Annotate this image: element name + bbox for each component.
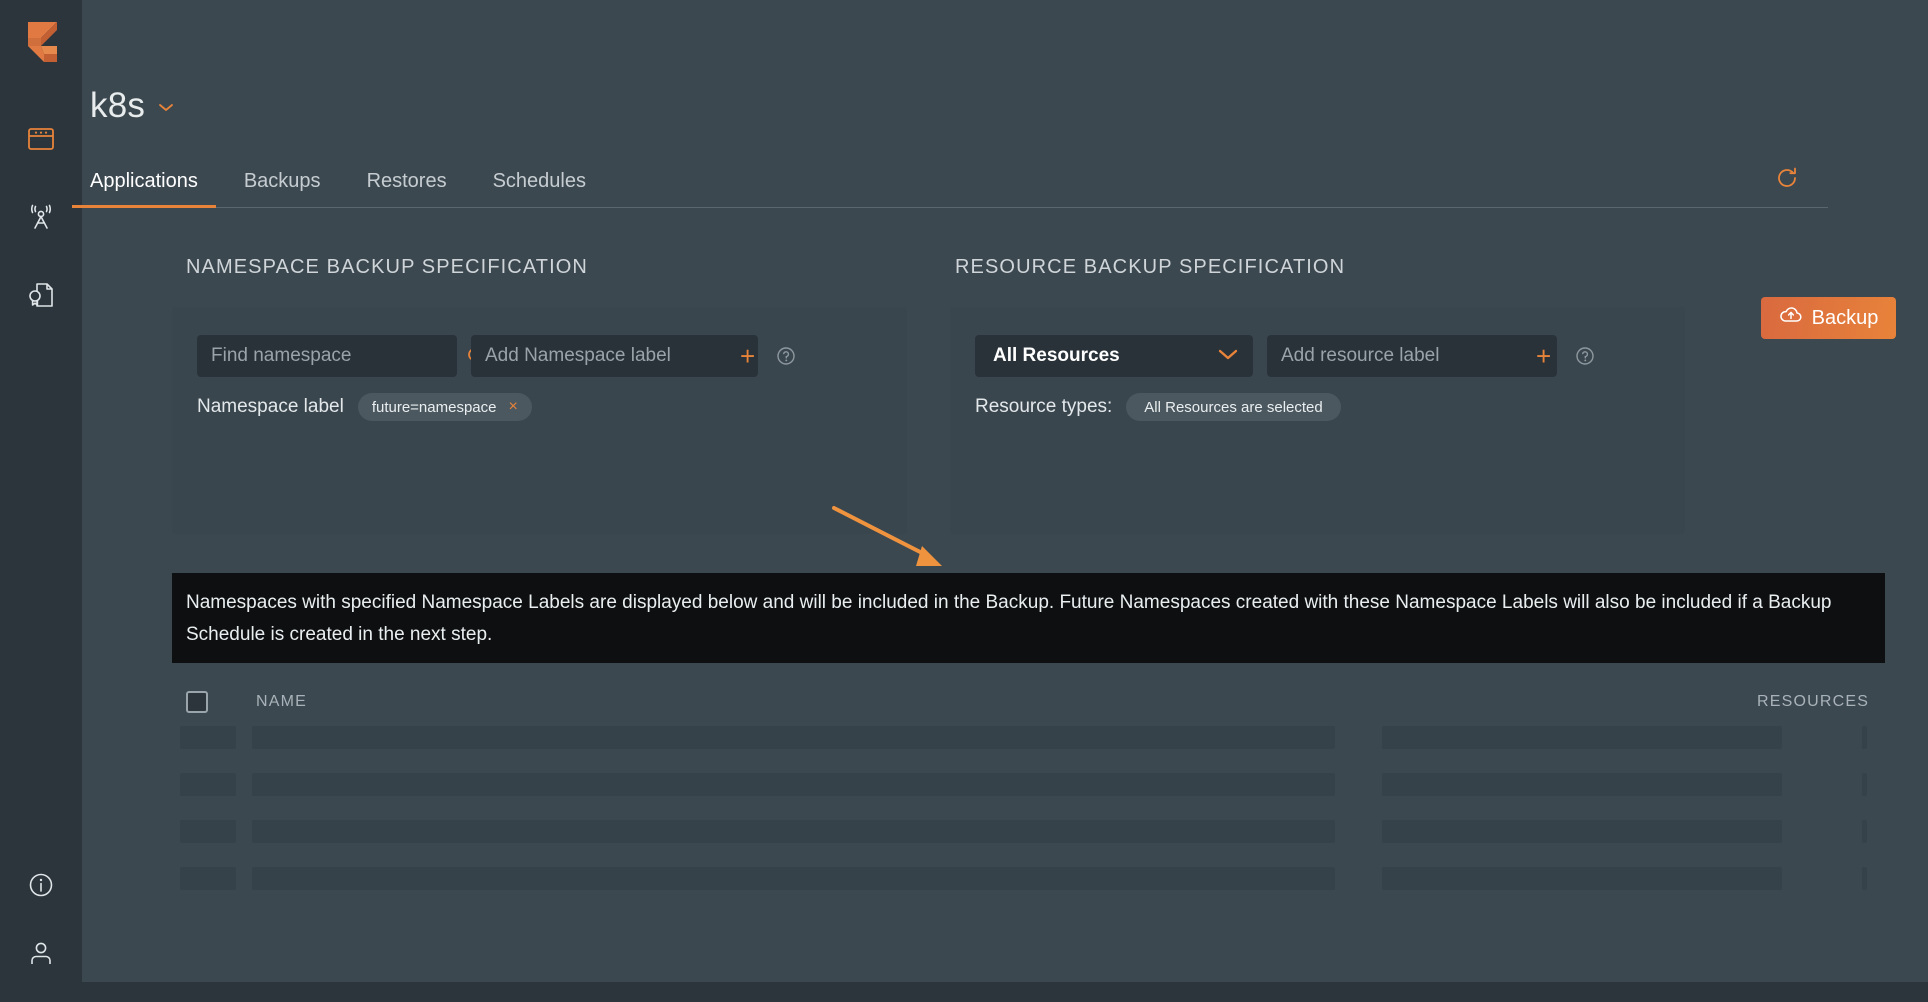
- table-row[interactable]: [172, 773, 1885, 820]
- resource-types-chip[interactable]: All Resources are selected: [1126, 393, 1340, 421]
- resource-spec-title: RESOURCE BACKUP SPECIFICATION: [955, 256, 1345, 279]
- row-actions-placeholder: [1862, 867, 1867, 890]
- namespace-spec-title: NAMESPACE BACKUP SPECIFICATION: [186, 256, 588, 279]
- row-name-placeholder: [252, 867, 1335, 890]
- app-root: k8s Applications Backups Restores Schedu…: [0, 0, 1928, 1002]
- row-checkbox-placeholder: [180, 867, 236, 890]
- sidebar-item-protection[interactable]: [26, 280, 56, 310]
- info-circle-icon: [27, 871, 55, 899]
- namespace-label-chip-row: Namespace label future=namespace ×: [197, 393, 532, 421]
- namespace-backup-specification-panel: + Namespace label future=namespace ×: [172, 307, 907, 534]
- page-title: k8s: [90, 86, 145, 126]
- tab-restores[interactable]: Restores: [349, 170, 465, 207]
- sidebar: [0, 0, 82, 1002]
- add-namespace-label-field[interactable]: +: [471, 335, 758, 377]
- row-checkbox-placeholder: [180, 726, 236, 749]
- namespace-label-caption: Namespace label: [197, 396, 344, 418]
- resource-backup-specification-panel: All Resources + Resource: [950, 307, 1685, 534]
- namespaces-table: NAME RESOURCES: [172, 678, 1885, 914]
- antenna-monitoring-icon: [26, 203, 56, 231]
- add-resource-label-field[interactable]: +: [1267, 335, 1557, 377]
- resource-type-select-value: All Resources: [993, 345, 1120, 367]
- zerto-logo[interactable]: [15, 16, 67, 68]
- user-icon: [27, 939, 55, 967]
- plus-icon[interactable]: +: [740, 343, 755, 369]
- add-namespace-label-input[interactable]: [485, 345, 730, 367]
- backup-button[interactable]: Backup: [1761, 297, 1896, 339]
- tab-bar: Applications Backups Restores Schedules: [72, 158, 1828, 208]
- table-header-row: NAME RESOURCES: [172, 678, 1885, 726]
- chevron-down-icon[interactable]: [157, 99, 175, 116]
- select-all-checkbox[interactable]: [186, 691, 208, 713]
- tab-applications[interactable]: Applications: [72, 170, 216, 207]
- column-header-name[interactable]: NAME: [256, 693, 307, 711]
- column-header-resources[interactable]: RESOURCES: [1757, 693, 1869, 711]
- sidebar-bottom-nav: [0, 870, 82, 968]
- row-actions-placeholder: [1862, 820, 1867, 843]
- table-row[interactable]: [172, 726, 1885, 773]
- cloud-upload-icon: [1779, 306, 1803, 330]
- browser-window-icon: [27, 126, 55, 152]
- row-resources-placeholder: [1382, 726, 1782, 749]
- row-actions-placeholder: [1862, 773, 1867, 796]
- namespace-label-chip[interactable]: future=namespace ×: [358, 393, 532, 421]
- plus-icon[interactable]: +: [1536, 343, 1551, 369]
- resource-types-caption: Resource types:: [975, 396, 1112, 418]
- sidebar-top-nav: [26, 124, 56, 310]
- backup-button-label: Backup: [1812, 307, 1879, 330]
- row-resources-placeholder: [1382, 773, 1782, 796]
- table-body-skeleton: [172, 726, 1885, 914]
- chip-remove-icon[interactable]: ×: [508, 399, 517, 415]
- row-name-placeholder: [252, 773, 1335, 796]
- resource-types-chip-row: Resource types: All Resources are select…: [975, 393, 1341, 421]
- tab-label: Backups: [244, 170, 321, 192]
- sidebar-item-info[interactable]: [26, 870, 56, 900]
- sidebar-item-account[interactable]: [26, 938, 56, 968]
- find-namespace-field[interactable]: [197, 335, 457, 377]
- page-header: k8s: [90, 86, 175, 126]
- row-resources-placeholder: [1382, 867, 1782, 890]
- chip-text: future=namespace: [372, 399, 497, 416]
- row-checkbox-placeholder: [180, 820, 236, 843]
- row-checkbox-placeholder: [180, 773, 236, 796]
- table-row[interactable]: [172, 820, 1885, 867]
- find-namespace-input[interactable]: [211, 345, 456, 367]
- row-resources-placeholder: [1382, 820, 1782, 843]
- resource-type-select[interactable]: All Resources: [975, 335, 1253, 377]
- add-resource-label-input[interactable]: [1281, 345, 1526, 367]
- sidebar-item-monitoring[interactable]: [26, 202, 56, 232]
- sidebar-item-dashboard[interactable]: [26, 124, 56, 154]
- row-actions-placeholder: [1862, 726, 1867, 749]
- chevron-down-icon[interactable]: [1217, 347, 1239, 366]
- page-bottom-strip: [0, 982, 1928, 1002]
- tab-label: Restores: [367, 170, 447, 192]
- help-circle-icon[interactable]: [1575, 346, 1595, 366]
- tab-label: Schedules: [493, 170, 586, 192]
- row-name-placeholder: [252, 726, 1335, 749]
- chip-text: All Resources are selected: [1144, 399, 1322, 416]
- tab-schedules[interactable]: Schedules: [475, 170, 604, 207]
- tab-backups[interactable]: Backups: [226, 170, 339, 207]
- tab-label: Applications: [90, 170, 198, 192]
- document-protect-icon: [26, 281, 56, 309]
- refresh-icon[interactable]: [1774, 165, 1800, 191]
- help-circle-icon[interactable]: [776, 346, 796, 366]
- row-name-placeholder: [252, 820, 1335, 843]
- info-banner: Namespaces with specified Namespace Labe…: [172, 573, 1885, 663]
- table-row[interactable]: [172, 867, 1885, 914]
